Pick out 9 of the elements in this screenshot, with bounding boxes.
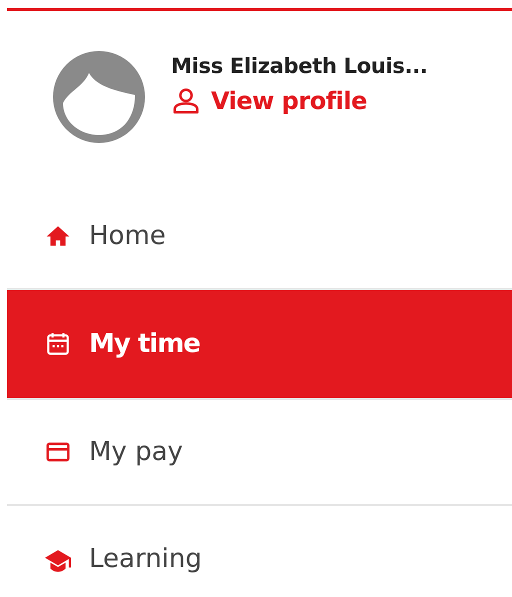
- nav-item[interactable]: Learning: [7, 506, 512, 576]
- view-profile-link[interactable]: View profile: [171, 86, 367, 116]
- calendar-icon: [45, 331, 71, 357]
- user-name: Miss Elizabeth Louis...: [171, 54, 428, 78]
- avatar-icon: [53, 51, 145, 143]
- nav-item[interactable]: My time: [7, 290, 512, 400]
- user-icon: [171, 86, 201, 116]
- graduation-cap-icon: [45, 548, 71, 574]
- nav-item[interactable]: My pay: [7, 400, 512, 506]
